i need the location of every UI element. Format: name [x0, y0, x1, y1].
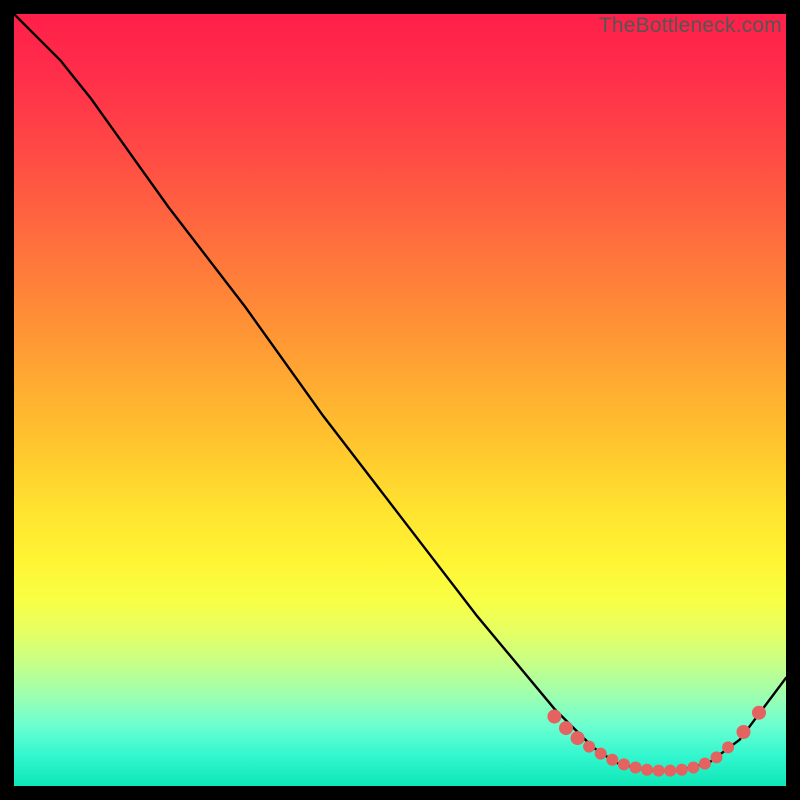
marker-dot	[653, 765, 665, 777]
marker-dot	[618, 758, 630, 770]
marker-dot	[676, 764, 688, 776]
marker-dot	[687, 762, 699, 774]
marker-dot	[559, 721, 573, 735]
marker-dot	[722, 741, 734, 753]
marker-dot	[711, 751, 723, 763]
marker-dot	[583, 741, 595, 753]
marker-dot	[606, 754, 618, 766]
marker-dot	[752, 706, 766, 720]
marker-dot	[699, 758, 711, 770]
marker-dot	[595, 748, 607, 760]
marker-cluster	[547, 706, 766, 777]
marker-dot	[571, 731, 585, 745]
marker-dot	[664, 765, 676, 777]
watermark-text: TheBottleneck.com	[599, 14, 782, 38]
chart-frame: TheBottleneck.com	[14, 14, 786, 786]
chart-svg	[14, 14, 786, 786]
marker-dot	[630, 762, 642, 774]
bottleneck-curve	[14, 14, 786, 771]
marker-dot	[737, 725, 751, 739]
marker-dot	[641, 764, 653, 776]
marker-dot	[547, 710, 561, 724]
